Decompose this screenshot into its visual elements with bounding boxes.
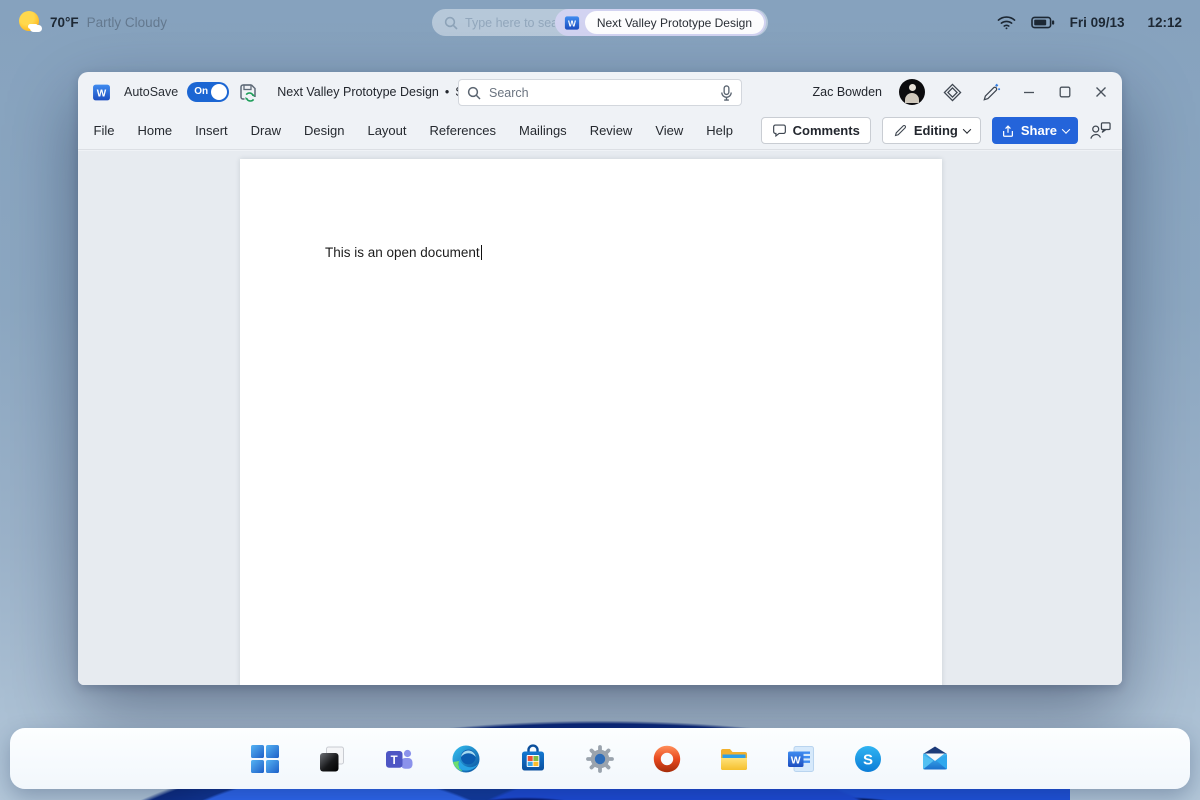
- dictate-mic-icon[interactable]: [720, 84, 733, 101]
- tab-design[interactable]: Design: [293, 112, 356, 150]
- search-icon: [467, 86, 481, 100]
- task-view-icon: [320, 746, 344, 771]
- svg-text:W: W: [97, 88, 107, 99]
- settings-gear-icon: [586, 744, 614, 773]
- comment-bubble-icon: [772, 123, 787, 138]
- word-window: W AutoSave On Next Valley Prototype Desi…: [78, 72, 1122, 685]
- mail-icon: [923, 746, 947, 769]
- document-canvas: This is an open document: [78, 151, 1122, 685]
- comments-button[interactable]: Comments: [760, 117, 871, 144]
- skype-button[interactable]: S: [852, 743, 884, 775]
- text-cursor: [480, 245, 482, 260]
- title-separator: •: [444, 85, 450, 99]
- tab-insert[interactable]: Insert: [184, 112, 240, 150]
- taskbar: T W S: [10, 728, 1190, 789]
- tray-time[interactable]: 12:12: [1147, 15, 1182, 30]
- chevron-down-icon: [962, 124, 972, 134]
- file-explorer-icon: [721, 748, 747, 770]
- document-text: This is an open document: [325, 245, 482, 260]
- start-button[interactable]: [249, 743, 281, 775]
- word-logo-icon[interactable]: W: [92, 83, 111, 102]
- editing-mode-button[interactable]: Editing: [881, 117, 981, 144]
- document-page[interactable]: This is an open document: [240, 159, 942, 685]
- autosave-state: On: [194, 85, 209, 97]
- partly-cloudy-icon: [18, 10, 42, 34]
- account-user-name[interactable]: Zac Bowden: [813, 85, 882, 99]
- tab-draw[interactable]: Draw: [239, 112, 292, 150]
- tab-view[interactable]: View: [644, 112, 695, 150]
- tab-home[interactable]: Home: [126, 112, 184, 150]
- editor-pen-sparkle-icon[interactable]: [980, 82, 1001, 103]
- office-button[interactable]: [651, 743, 683, 775]
- tab-layout[interactable]: Layout: [356, 112, 418, 150]
- catch-up-icon[interactable]: [1089, 120, 1112, 141]
- mail-button[interactable]: [919, 743, 951, 775]
- share-button[interactable]: Share: [991, 117, 1078, 144]
- word-search-input[interactable]: [481, 85, 720, 100]
- taskbar-icons: T W S: [249, 743, 951, 775]
- microsoft-store-button[interactable]: [517, 743, 549, 775]
- top-status-bar: 70°F Partly Cloudy W Next Valley Prototy…: [0, 0, 1200, 44]
- office-icon: [653, 745, 681, 772]
- skype-icon: S: [855, 745, 881, 772]
- save-sync-icon[interactable]: [238, 82, 258, 102]
- microsoft-store-icon: [522, 743, 544, 770]
- desktop-search-input[interactable]: [458, 15, 555, 30]
- account-avatar[interactable]: [899, 79, 925, 105]
- weather-temperature: 70°F: [50, 14, 79, 30]
- task-view-button[interactable]: [316, 743, 348, 775]
- ribbon-tab-bar: File Home Insert Draw Design Layout Refe…: [78, 112, 1122, 150]
- battery-icon[interactable]: [1030, 15, 1055, 30]
- minimize-button[interactable]: [1022, 85, 1036, 99]
- desktop-search-bar[interactable]: W Next Valley Prototype Design: [432, 9, 768, 36]
- running-app-pill[interactable]: Next Valley Prototype Design: [584, 11, 764, 34]
- teams-icon: T: [386, 749, 413, 769]
- tab-file[interactable]: File: [82, 112, 126, 150]
- windows-logo-icon: [251, 744, 279, 773]
- svg-text:S: S: [863, 751, 873, 768]
- autosave-toggle[interactable]: On: [187, 82, 230, 102]
- tab-references[interactable]: References: [418, 112, 507, 150]
- pencil-icon: [893, 123, 908, 138]
- tab-review[interactable]: Review: [578, 112, 644, 150]
- search-icon: [444, 16, 458, 30]
- word-icon: W: [788, 745, 814, 772]
- svg-text:T: T: [391, 754, 398, 766]
- weather-widget[interactable]: 70°F Partly Cloudy: [18, 10, 167, 34]
- maximize-button[interactable]: [1058, 85, 1072, 99]
- running-app-segment[interactable]: W Next Valley Prototype Design: [554, 9, 766, 36]
- svg-text:W: W: [791, 754, 801, 766]
- word-button[interactable]: W: [785, 743, 817, 775]
- share-icon: [1001, 124, 1015, 138]
- teams-button[interactable]: T: [383, 743, 415, 775]
- edge-button[interactable]: [450, 743, 482, 775]
- word-titlebar: W AutoSave On Next Valley Prototype Desi…: [78, 72, 1122, 112]
- system-tray[interactable]: Fri 09/13 12:12: [997, 15, 1182, 30]
- edge-icon: [452, 745, 480, 772]
- wifi-icon[interactable]: [997, 15, 1016, 30]
- designer-gem-icon[interactable]: [942, 82, 963, 103]
- close-button[interactable]: [1094, 85, 1108, 99]
- file-explorer-button[interactable]: [718, 743, 750, 775]
- weather-condition: Partly Cloudy: [86, 14, 167, 30]
- word-search-box[interactable]: [458, 79, 742, 106]
- tray-date[interactable]: Fri 09/13: [1070, 15, 1125, 30]
- tab-help[interactable]: Help: [695, 112, 745, 150]
- chevron-down-icon: [1061, 124, 1071, 134]
- word-app-icon: W: [564, 15, 580, 31]
- svg-text:W: W: [568, 18, 576, 28]
- settings-button[interactable]: [584, 743, 616, 775]
- ribbon-tabs: File Home Insert Draw Design Layout Refe…: [82, 112, 745, 150]
- tab-mailings[interactable]: Mailings: [508, 112, 579, 150]
- autosave-label: AutoSave: [124, 85, 179, 99]
